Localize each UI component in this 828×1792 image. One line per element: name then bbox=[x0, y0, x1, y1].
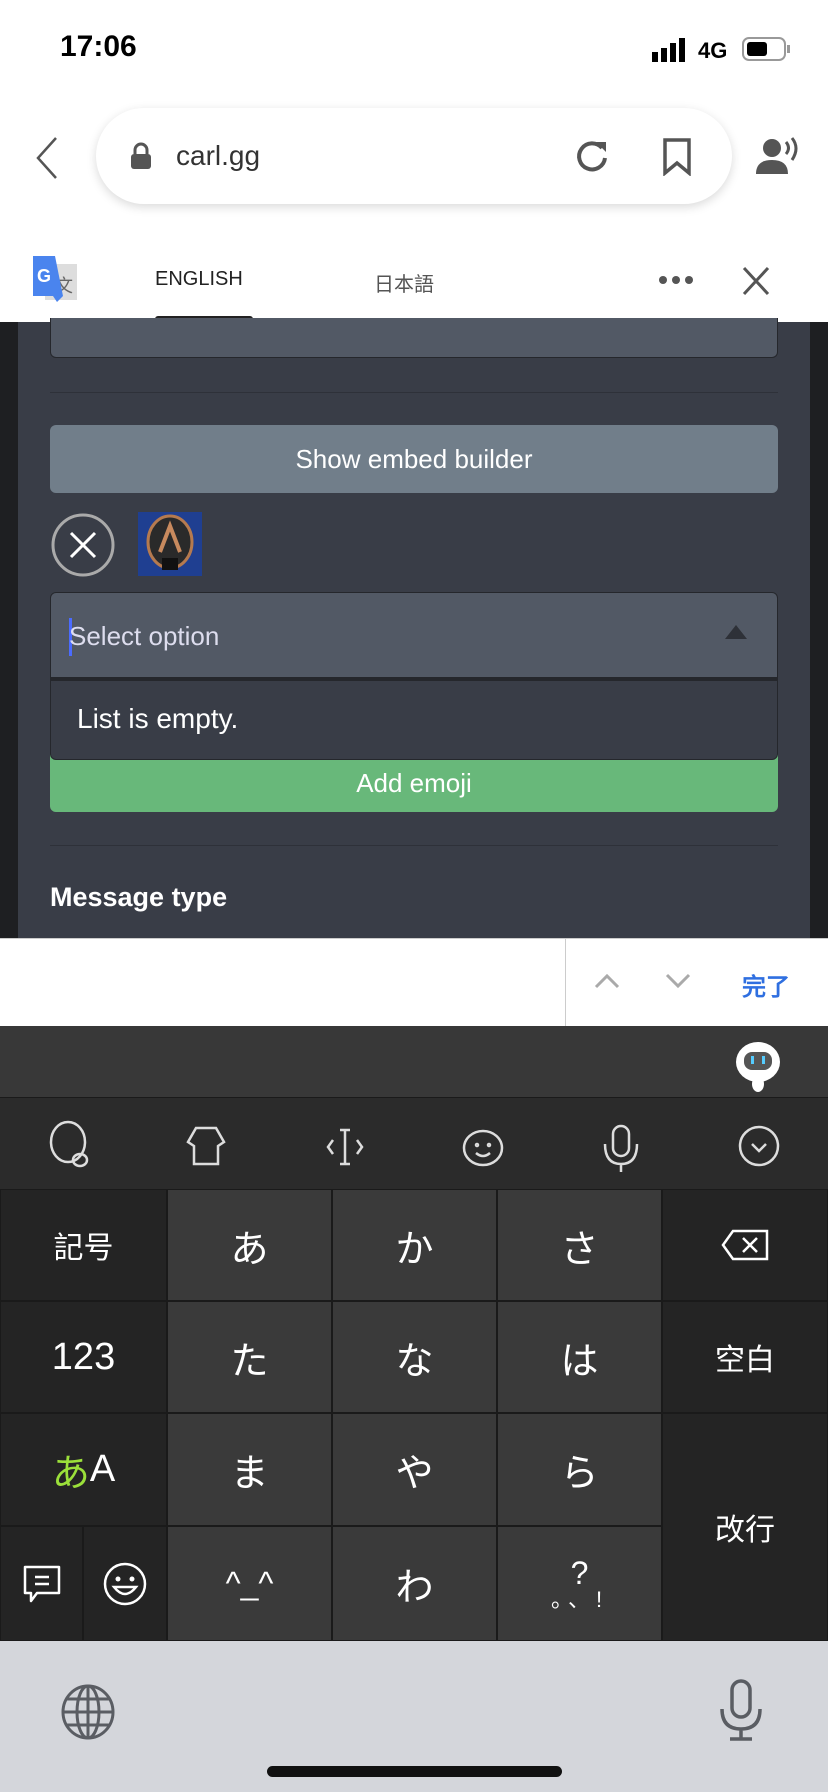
status-bar: 17:06 4G bbox=[0, 0, 828, 100]
emoji-select[interactable]: Select option bbox=[50, 592, 778, 678]
divider bbox=[50, 845, 778, 846]
backspace-icon bbox=[721, 1229, 769, 1261]
keyboard-toolbar bbox=[49, 1120, 780, 1172]
punct-bottom: 。、! bbox=[550, 1586, 609, 1612]
key-ya[interactable]: や bbox=[332, 1413, 497, 1526]
key-kaomoji[interactable]: ^_^ bbox=[167, 1526, 332, 1641]
previous-field-icon[interactable] bbox=[594, 973, 620, 989]
emoji-image bbox=[138, 512, 202, 576]
assistant-robot-icon[interactable] bbox=[734, 1040, 782, 1092]
key-ra[interactable]: ら bbox=[497, 1413, 662, 1526]
key-wa[interactable]: わ bbox=[332, 1526, 497, 1641]
keyboard-bottom-bar bbox=[0, 1641, 828, 1792]
battery-icon bbox=[742, 37, 790, 61]
select-placeholder: Select option bbox=[69, 621, 220, 651]
keyboard-accessory-bar: 完了 bbox=[0, 938, 828, 1027]
key-emoji[interactable] bbox=[83, 1526, 167, 1641]
close-icon[interactable] bbox=[742, 266, 770, 296]
done-button[interactable]: 完了 bbox=[742, 967, 790, 1002]
suggestion-bar bbox=[0, 1026, 828, 1098]
key-kigo[interactable]: 記号 bbox=[0, 1189, 167, 1301]
tab-english[interactable]: ENGLISH bbox=[155, 268, 243, 291]
punct-top: ? bbox=[570, 1554, 589, 1591]
address-bar[interactable]: carl.gg bbox=[96, 108, 732, 204]
bookmark-icon[interactable] bbox=[662, 138, 692, 176]
key-chat[interactable] bbox=[0, 1526, 83, 1641]
dropdown-list: List is empty. bbox=[50, 678, 778, 760]
key-space[interactable]: 空白 bbox=[662, 1301, 828, 1413]
theme-shirt-icon[interactable] bbox=[186, 1126, 226, 1166]
kaomoji-bear-icon[interactable] bbox=[462, 1129, 504, 1167]
key-na[interactable]: な bbox=[332, 1301, 497, 1413]
separator bbox=[565, 939, 566, 1027]
key-sa[interactable]: さ bbox=[497, 1189, 662, 1301]
key-backspace[interactable] bbox=[662, 1189, 828, 1301]
caret-up-icon bbox=[725, 625, 747, 639]
kana-A-label: A bbox=[89, 1448, 116, 1490]
signal-icon bbox=[652, 38, 685, 62]
left-edge bbox=[0, 322, 18, 938]
keyboard: 記号 あ か さ 123 た な は 空白 あA ま や ら 改行 ^_^ わ … bbox=[0, 1026, 828, 1641]
dropdown-empty-text: List is empty. bbox=[77, 703, 239, 734]
reload-icon[interactable] bbox=[574, 138, 610, 174]
back-icon[interactable] bbox=[34, 136, 60, 180]
text-input[interactable] bbox=[50, 318, 778, 358]
network-label: 4G bbox=[698, 38, 728, 63]
message-type-heading: Message type bbox=[50, 882, 228, 912]
right-edge bbox=[810, 322, 828, 938]
read-aloud-icon[interactable] bbox=[756, 136, 804, 176]
collapse-keyboard-icon[interactable] bbox=[738, 1125, 780, 1167]
dictation-icon[interactable] bbox=[718, 1679, 764, 1741]
page-content: Show embed builder Select option Add emo… bbox=[0, 318, 828, 938]
key-ta[interactable]: た bbox=[167, 1301, 332, 1413]
key-ma[interactable]: ま bbox=[167, 1413, 332, 1526]
tab-japanese[interactable]: 日本語 bbox=[374, 268, 434, 297]
divider bbox=[50, 392, 778, 393]
key-ka[interactable]: か bbox=[332, 1189, 497, 1301]
voice-input-icon[interactable] bbox=[603, 1124, 639, 1172]
lock-icon bbox=[131, 142, 151, 169]
key-kana-toggle[interactable]: あA bbox=[0, 1413, 167, 1526]
translate-bar: 文G ENGLISH 日本語 bbox=[0, 240, 828, 322]
next-field-icon[interactable] bbox=[665, 973, 691, 989]
google-translate-icon[interactable]: 文G bbox=[33, 256, 79, 302]
url-text[interactable]: carl.gg bbox=[176, 140, 260, 172]
clock: 17:06 bbox=[60, 30, 137, 63]
key-a[interactable]: あ bbox=[167, 1189, 332, 1301]
svg-text:G: G bbox=[37, 266, 51, 286]
emoji-icon bbox=[103, 1562, 147, 1605]
cursor-move-icon[interactable] bbox=[326, 1128, 364, 1166]
chat-icon bbox=[23, 1565, 60, 1602]
kana-a-label: あ bbox=[51, 1453, 90, 1495]
search-icon[interactable] bbox=[49, 1120, 89, 1168]
key-123[interactable]: 123 bbox=[0, 1301, 167, 1413]
show-embed-builder-button[interactable]: Show embed builder bbox=[50, 425, 778, 493]
more-icon[interactable] bbox=[658, 274, 694, 286]
key-enter[interactable]: 改行 bbox=[662, 1413, 828, 1641]
home-indicator bbox=[267, 1766, 562, 1777]
key-ha[interactable]: は bbox=[497, 1301, 662, 1413]
globe-icon[interactable] bbox=[60, 1683, 116, 1741]
remove-emoji-button[interactable] bbox=[50, 512, 116, 578]
key-punctuation[interactable]: ?。、! bbox=[497, 1526, 662, 1641]
